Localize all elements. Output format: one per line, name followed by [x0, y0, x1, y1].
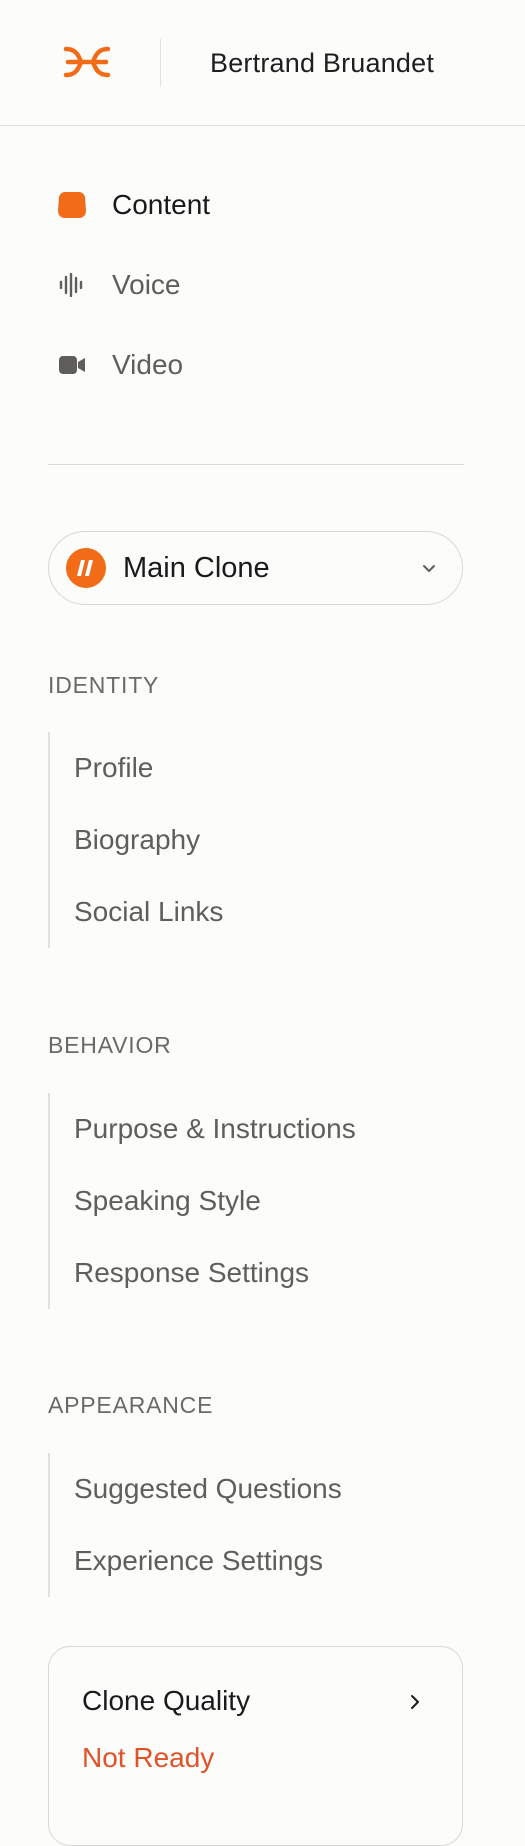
nav-label: Voice [112, 269, 181, 300]
sub-item-social-links[interactable]: Social Links [50, 876, 223, 948]
clone-quality-status: Not Ready [82, 1742, 215, 1773]
section-title-appearance: APPEARANCE [48, 1392, 214, 1418]
sub-item-biography[interactable]: Biography [50, 804, 223, 876]
sub-item-experience-settings[interactable]: Experience Settings [50, 1525, 342, 1597]
clone-avatar-icon [66, 548, 106, 588]
nav-item-video[interactable]: Video [56, 337, 456, 393]
chevron-down-icon [420, 559, 438, 577]
app-header: Bertrand Bruandet [0, 0, 525, 126]
sub-item-profile[interactable]: Profile [50, 732, 223, 804]
behavior-group: Purpose & Instructions Speaking Style Re… [48, 1093, 356, 1309]
nav-item-voice[interactable]: Voice [56, 257, 456, 313]
workspace-name[interactable]: Bertrand Bruandet [210, 44, 434, 82]
section-title-identity: IDENTITY [48, 672, 160, 698]
sub-item-speaking-style[interactable]: Speaking Style [50, 1165, 356, 1237]
video-camera-icon [56, 349, 88, 381]
chevron-right-icon [406, 1693, 424, 1711]
sub-item-purpose-instructions[interactable]: Purpose & Instructions [50, 1093, 356, 1165]
section-title-behavior: BEHAVIOR [48, 1032, 172, 1058]
nav-item-content[interactable]: Content [56, 177, 456, 233]
clone-selector-label: Main Clone [123, 551, 270, 584]
nav-label: Video [112, 349, 184, 380]
blob-icon [56, 189, 88, 221]
nav-divider [48, 464, 464, 465]
clone-quality-card[interactable]: Clone Quality Not Ready [48, 1646, 463, 1846]
sub-item-suggested-questions[interactable]: Suggested Questions [50, 1453, 342, 1525]
sub-item-response-settings[interactable]: Response Settings [50, 1237, 356, 1309]
header-divider [160, 39, 161, 87]
identity-group: Profile Biography Social Links [48, 732, 223, 948]
appearance-group: Suggested Questions Experience Settings [48, 1453, 342, 1597]
clone-quality-title: Clone Quality [82, 1685, 251, 1716]
clone-selector[interactable]: Main Clone [48, 531, 463, 605]
delphi-logo-icon[interactable] [62, 43, 112, 81]
waveform-icon [56, 269, 88, 301]
nav-label: Content [112, 189, 211, 220]
